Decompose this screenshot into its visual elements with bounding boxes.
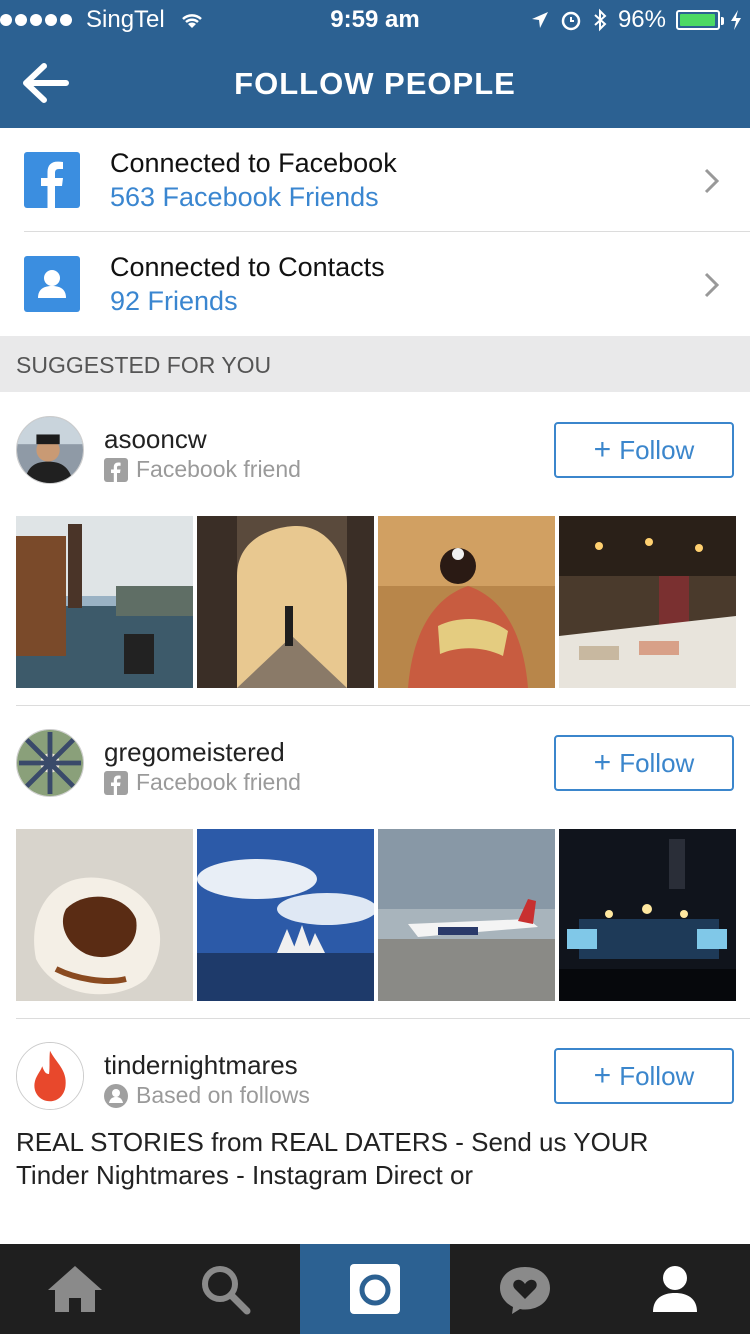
suggested-user: asooncw Facebook friend + Follow xyxy=(0,392,750,706)
location-icon xyxy=(531,12,548,28)
plus-icon: + xyxy=(593,1059,612,1092)
activity-icon xyxy=(500,1267,550,1314)
avatar[interactable] xyxy=(16,729,84,797)
photo-strip xyxy=(16,516,736,688)
person-icon xyxy=(104,1083,128,1108)
profile-icon xyxy=(653,1266,697,1312)
battery-percent: 96% xyxy=(617,6,666,33)
photo-thumbnail[interactable] xyxy=(197,829,374,1001)
facebook-icon xyxy=(104,770,128,795)
photo-strip xyxy=(16,829,736,1001)
photo-thumbnail[interactable] xyxy=(197,516,374,688)
photo-thumbnail[interactable] xyxy=(559,516,736,688)
battery-fill xyxy=(680,14,715,26)
tab-camera[interactable] xyxy=(300,1244,450,1334)
follow-label: Follow xyxy=(619,747,695,778)
contacts-icon xyxy=(24,256,80,312)
connection-subtitle: 563 Facebook Friends xyxy=(110,182,379,212)
chevron-right-icon xyxy=(704,272,720,298)
follow-button[interactable]: + Follow xyxy=(554,1048,734,1104)
photo-thumbnail[interactable] xyxy=(378,829,555,1001)
nav-bar: FOLLOW PEOPLE xyxy=(0,40,750,128)
chevron-right-icon xyxy=(704,168,720,194)
camera-icon xyxy=(350,1264,400,1314)
search-icon xyxy=(202,1266,251,1315)
photo-thumbnail[interactable] xyxy=(16,516,193,688)
facebook-icon xyxy=(104,457,128,482)
suggested-user: tindernightmares Based on follows + Foll… xyxy=(0,1018,750,1234)
connection-title: Connected to Contacts xyxy=(110,252,385,282)
username[interactable]: gregomeistered xyxy=(104,737,285,768)
reason-text: Facebook friend xyxy=(136,769,301,795)
follow-label: Follow xyxy=(619,434,695,465)
battery-icon xyxy=(676,10,724,30)
status-right: 96% xyxy=(530,6,742,34)
tab-activity[interactable] xyxy=(450,1244,600,1334)
charging-icon xyxy=(731,10,741,30)
alarm-icon xyxy=(561,11,581,31)
contacts-connection-row[interactable]: Connected to Contacts 92 Friends xyxy=(0,232,750,336)
follow-button[interactable]: + Follow xyxy=(554,735,734,791)
tab-home[interactable] xyxy=(0,1244,150,1334)
follow-button[interactable]: + Follow xyxy=(554,422,734,478)
photo-thumbnail[interactable] xyxy=(16,829,193,1001)
home-icon xyxy=(48,1266,102,1312)
facebook-icon xyxy=(24,152,80,208)
connection-title: Connected to Facebook xyxy=(110,148,397,178)
photo-thumbnail[interactable] xyxy=(559,829,736,1001)
facebook-connection-row[interactable]: Connected to Facebook 563 Facebook Frien… xyxy=(0,128,750,232)
status-bar: SingTel 9:59 am 96% xyxy=(0,0,750,40)
reason-text: Based on follows xyxy=(136,1082,310,1108)
tab-profile[interactable] xyxy=(600,1244,750,1334)
page-title: FOLLOW PEOPLE xyxy=(234,66,516,101)
follow-label: Follow xyxy=(619,1060,695,1091)
username[interactable]: asooncw xyxy=(104,424,207,455)
suggested-user: gregomeistered Facebook friend + Follow xyxy=(0,705,750,1019)
reason-text: Facebook friend xyxy=(136,456,301,482)
suggestion-reason: Based on follows xyxy=(104,1082,310,1109)
suggestion-reason: Facebook friend xyxy=(104,769,301,796)
tab-search[interactable] xyxy=(150,1244,300,1334)
tab-bar xyxy=(0,1244,750,1334)
photo-thumbnail[interactable] xyxy=(378,516,555,688)
bluetooth-icon xyxy=(594,8,607,32)
avatar[interactable] xyxy=(16,416,84,484)
plus-icon: + xyxy=(593,433,612,466)
user-bio: REAL STORIES from REAL DATERS - Send us … xyxy=(16,1127,649,1190)
section-header: SUGGESTED FOR YOU xyxy=(0,336,750,392)
plus-icon: + xyxy=(593,746,612,779)
avatar[interactable] xyxy=(16,1042,84,1110)
username[interactable]: tindernightmares xyxy=(104,1050,298,1081)
connection-subtitle: 92 Friends xyxy=(110,286,238,316)
top-bar: SingTel 9:59 am 96% FOLLOW PEOPLE xyxy=(0,0,750,128)
suggestion-reason: Facebook friend xyxy=(104,456,301,483)
